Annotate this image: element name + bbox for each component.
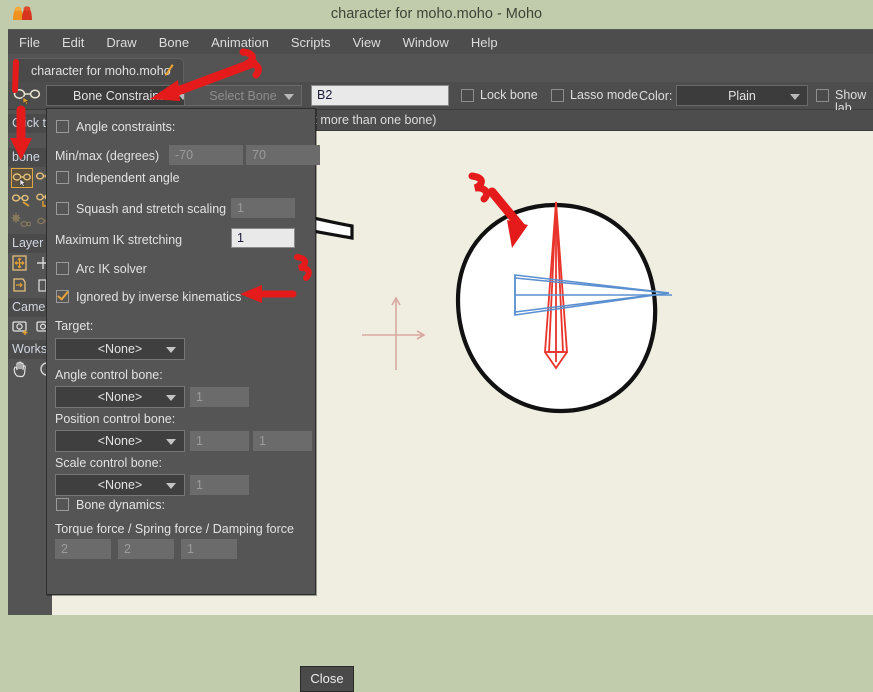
chevron-down-icon — [284, 94, 294, 100]
max-ik-stretching-input[interactable]: 1 — [231, 228, 295, 248]
position-control-bone-label: Position control bone: — [55, 412, 176, 426]
independent-angle-checkbox[interactable] — [56, 171, 69, 184]
squash-stretch-checkbox[interactable] — [56, 202, 69, 215]
ignored-by-ik-label: Ignored by inverse kinematics — [76, 290, 242, 304]
window-title: character for moho.moho - Moho — [330, 6, 543, 22]
scale-control-bone-label: Scale control bone: — [55, 456, 163, 470]
pencil-icon — [165, 64, 174, 76]
sidebar-item-pan[interactable] — [11, 360, 33, 380]
menu-item-animation[interactable]: Animation — [200, 30, 280, 55]
show-labels-checkbox[interactable] — [816, 89, 829, 102]
angle-constraints-label: Angle constraints: — [76, 120, 176, 134]
angle-control-bone-label: Angle control bone: — [55, 368, 163, 382]
sidebar-item-track-camera[interactable] — [11, 318, 33, 338]
menu-item-view[interactable]: View — [342, 30, 392, 55]
transform-layer-icon — [12, 255, 27, 271]
torque-force-input[interactable]: 2 — [55, 539, 111, 559]
bone-constraints-dialog: Angle constraints: Min/max (degrees) -70… — [46, 108, 354, 692]
squash-stretch-input[interactable]: 1 — [231, 198, 295, 218]
independent-angle-label: Independent angle — [76, 171, 180, 185]
chevron-down-icon — [166, 347, 176, 353]
document-tab[interactable]: character for moho.moho — [14, 58, 184, 83]
status-hint-text: :t more than one bone) — [310, 113, 437, 127]
select-bone-combo-label: Select Bone — [209, 89, 277, 103]
menu-item-bone[interactable]: Bone — [148, 30, 200, 55]
bone-dynamics-label: Bone dynamics: — [76, 498, 165, 512]
ignored-by-ik-checkbox[interactable] — [56, 290, 69, 303]
tool-mode-combo[interactable]: Bone Constraints — [46, 85, 196, 106]
max-ik-stretching-label: Maximum IK stretching — [55, 233, 183, 247]
minmax-label: Min/max (degrees) — [55, 149, 160, 163]
angle-min-input[interactable]: -70 — [169, 145, 243, 165]
menu-item-draw[interactable]: Draw — [95, 30, 147, 55]
target-combo-value: <None> — [97, 342, 143, 356]
angle-control-bone-value: <None> — [97, 390, 143, 404]
select-bone-icon — [12, 173, 31, 188]
squash-stretch-label: Squash and stretch scaling — [76, 202, 227, 216]
color-label: Color: — [639, 89, 673, 103]
select-bone-combo[interactable]: Select Bone — [184, 85, 302, 106]
sidebar-item-bone-strength[interactable] — [11, 190, 33, 210]
position-control-bone-value: <None> — [97, 434, 143, 448]
sidebar-item-select-bone[interactable] — [11, 168, 33, 188]
chevron-down-icon — [166, 395, 176, 401]
position-control-y-input[interactable]: 1 — [253, 431, 312, 451]
chevron-down-icon — [166, 439, 176, 445]
moho-application-window: character for moho.moho - Moho File Edit… — [0, 0, 873, 692]
menu-item-help[interactable]: Help — [460, 30, 509, 55]
document-tab-label: character for moho.moho — [31, 64, 171, 78]
sidebar-item-transform-layer[interactable] — [11, 254, 33, 274]
chevron-down-icon — [790, 94, 800, 100]
position-control-x-input[interactable]: 1 — [190, 431, 249, 451]
angle-max-input[interactable]: 70 — [246, 145, 320, 165]
track-camera-icon — [12, 321, 28, 335]
lasso-mode-checkbox[interactable] — [551, 89, 564, 102]
position-control-bone-combo[interactable]: <None> — [55, 430, 185, 452]
menu-item-edit[interactable]: Edit — [51, 30, 95, 55]
spring-force-input[interactable]: 2 — [118, 539, 174, 559]
arc-ik-solver-checkbox[interactable] — [56, 262, 69, 275]
bind-points-icon — [11, 213, 32, 228]
bone-dynamics-checkbox[interactable] — [56, 498, 69, 511]
menu-item-file[interactable]: File — [8, 30, 51, 55]
tool-mode-combo-label: Bone Constraints — [73, 89, 169, 103]
menu-item-window[interactable]: Window — [392, 30, 460, 55]
sidebar-item-follow-path[interactable] — [11, 276, 33, 296]
bone-key-icon[interactable] — [12, 85, 42, 105]
arc-ik-solver-label: Arc IK solver — [76, 262, 147, 276]
follow-path-icon — [13, 278, 26, 292]
bone-color-combo[interactable]: Plain — [676, 85, 808, 106]
pan-icon — [13, 361, 26, 378]
chevron-down-icon — [166, 483, 176, 489]
origin-cross-icon — [362, 296, 426, 370]
target-combo[interactable]: <None> — [55, 338, 185, 360]
angle-control-scalar-input[interactable]: 1 — [190, 387, 249, 407]
bone-name-input[interactable]: B2 — [311, 85, 449, 106]
target-label: Target: — [55, 319, 94, 333]
scale-control-bone-value: <None> — [97, 478, 143, 492]
lock-bone-checkbox[interactable] — [461, 89, 474, 102]
menu-item-scripts[interactable]: Scripts — [280, 30, 342, 55]
menu-bar: File Edit Draw Bone Animation Scripts Vi… — [8, 29, 873, 55]
damping-force-input[interactable]: 1 — [181, 539, 237, 559]
close-button[interactable]: Close — [300, 666, 354, 692]
bone-color-combo-label: Plain — [728, 89, 756, 103]
scale-control-bone-combo[interactable]: <None> — [55, 474, 185, 496]
scale-control-scalar-input[interactable]: 1 — [190, 475, 249, 495]
bone-strength-icon — [11, 194, 30, 207]
lasso-mode-label: Lasso mode — [570, 88, 639, 102]
sidebar-item-bind-points[interactable] — [11, 212, 33, 232]
angle-constraints-checkbox[interactable] — [56, 120, 69, 133]
forces-label: Torque force / Spring force / Damping fo… — [55, 522, 295, 536]
lock-bone-label: Lock bone — [480, 88, 538, 102]
angle-control-bone-combo[interactable]: <None> — [55, 386, 185, 408]
title-bar: character for moho.moho - Moho — [0, 0, 873, 28]
